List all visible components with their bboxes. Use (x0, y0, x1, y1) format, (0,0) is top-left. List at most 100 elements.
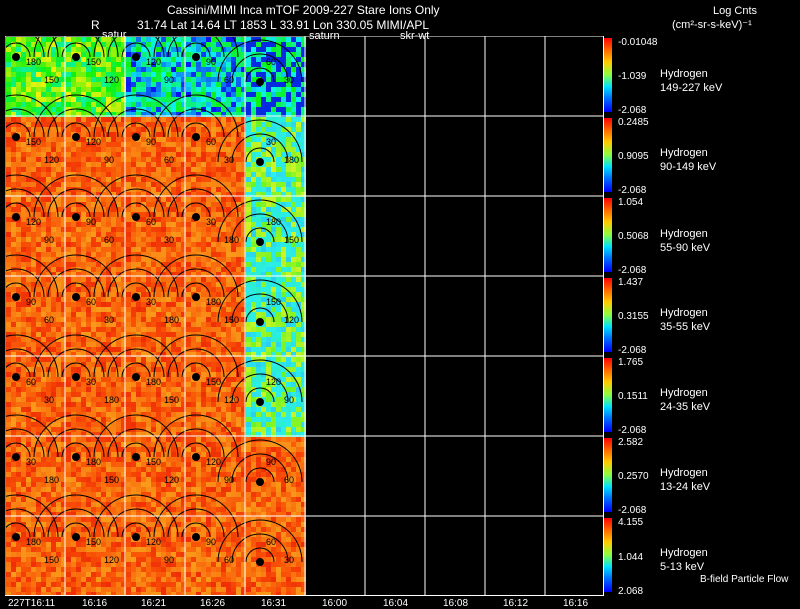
heatmap-cell (31, 242, 36, 247)
heatmap-cell (196, 127, 201, 132)
heatmap-cell (196, 167, 201, 172)
heatmap-cell (66, 397, 71, 402)
heatmap-cell (131, 327, 136, 332)
heatmap-cell (146, 387, 151, 392)
heatmap-cell (16, 67, 21, 72)
heatmap-cell (96, 427, 101, 432)
heatmap-cell (131, 302, 136, 307)
heatmap-cell (116, 87, 121, 92)
heatmap-cell (106, 97, 111, 102)
heatmap-cell (96, 72, 101, 77)
heatmap-cell (101, 377, 106, 382)
heatmap-cell (246, 42, 251, 47)
heatmap-cell (96, 107, 101, 112)
heatmap-cell (191, 337, 196, 342)
heatmap-cell (216, 212, 221, 217)
heatmap-cell (221, 412, 226, 417)
heatmap-cell (291, 367, 296, 372)
contour-label: 150 (206, 377, 221, 387)
heatmap-cell (291, 37, 296, 42)
heatmap-cell (31, 252, 36, 257)
heatmap-cell (226, 67, 231, 72)
heatmap-cell (136, 252, 141, 257)
heatmap-cell (46, 247, 51, 252)
heatmap-cell (286, 137, 291, 142)
heatmap-cell (126, 197, 131, 202)
heatmap-cell (256, 222, 261, 227)
heatmap-cell (281, 47, 286, 52)
heatmap-cell (151, 147, 156, 152)
heatmap-cell (271, 257, 276, 262)
heatmap-cell (21, 207, 26, 212)
heatmap-cell (176, 62, 181, 67)
heatmap-cell (71, 357, 76, 362)
heatmap-cell (296, 202, 301, 207)
heatmap-cell (106, 417, 111, 422)
heatmap-cell (46, 307, 51, 312)
heatmap-cell (141, 147, 146, 152)
heatmap-cell (191, 382, 196, 387)
heatmap-cell (236, 417, 241, 422)
heatmap-cell (56, 297, 61, 302)
heatmap-cell (231, 372, 236, 377)
heatmap-cell (296, 362, 301, 367)
heatmap-cell (246, 307, 251, 312)
heatmap-cell (216, 322, 221, 327)
heatmap-cell (191, 412, 196, 417)
heatmap-cell (221, 172, 226, 177)
heatmap-cell (106, 297, 111, 302)
heatmap-cell (31, 307, 36, 312)
heatmap-cell (26, 322, 31, 327)
heatmap-cell (161, 332, 166, 337)
heatmap-cell (216, 287, 221, 292)
heatmap-cell (141, 72, 146, 77)
heatmap-cell (251, 402, 256, 407)
heatmap-cell (276, 387, 281, 392)
heatmap-cell (126, 177, 131, 182)
heatmap-cell (276, 332, 281, 337)
heatmap-cell (36, 157, 41, 162)
heatmap-cell (86, 282, 91, 287)
heatmap-cell (251, 152, 256, 157)
heatmap-cell (71, 367, 76, 372)
heatmap-cell (81, 277, 86, 282)
heatmap-cell (6, 147, 11, 152)
heatmap-cell (51, 347, 56, 352)
heatmap-cell (31, 187, 36, 192)
heatmap-cell (216, 162, 221, 167)
heatmap-cell (286, 342, 291, 347)
heatmap-cell (196, 387, 201, 392)
heatmap-cell (51, 92, 56, 97)
heatmap-cell (186, 37, 191, 42)
heatmap-cell (276, 327, 281, 332)
heatmap-cell (16, 47, 21, 52)
heatmap-cell (156, 327, 161, 332)
heatmap-cell (106, 387, 111, 392)
heatmap-cell (26, 87, 31, 92)
heatmap-cell (201, 257, 206, 262)
heatmap-cell (261, 422, 266, 427)
heatmap-cell (211, 172, 216, 177)
heatmap-cell (56, 342, 61, 347)
heatmap-cell (251, 62, 256, 67)
heatmap-cell (101, 62, 106, 67)
heatmap-cell (21, 322, 26, 327)
heatmap-cell (101, 92, 106, 97)
heatmap-cell (136, 327, 141, 332)
heatmap-cell (281, 417, 286, 422)
heatmap-cell (216, 327, 221, 332)
heatmap-cell (86, 277, 91, 282)
heatmap-cell (261, 72, 266, 77)
heatmap-cell (21, 387, 26, 392)
heatmap-cell (106, 197, 111, 202)
heatmap-cell (156, 322, 161, 327)
heatmap-cell (26, 422, 31, 427)
heatmap-cell (266, 202, 271, 207)
heatmap-cell (11, 417, 16, 422)
heatmap-cell (111, 57, 116, 62)
heatmap-cell (191, 332, 196, 337)
heatmap-cell (111, 252, 116, 257)
heatmap-cell (256, 252, 261, 257)
heatmap-cell (161, 147, 166, 152)
heatmap-cell (6, 317, 11, 322)
